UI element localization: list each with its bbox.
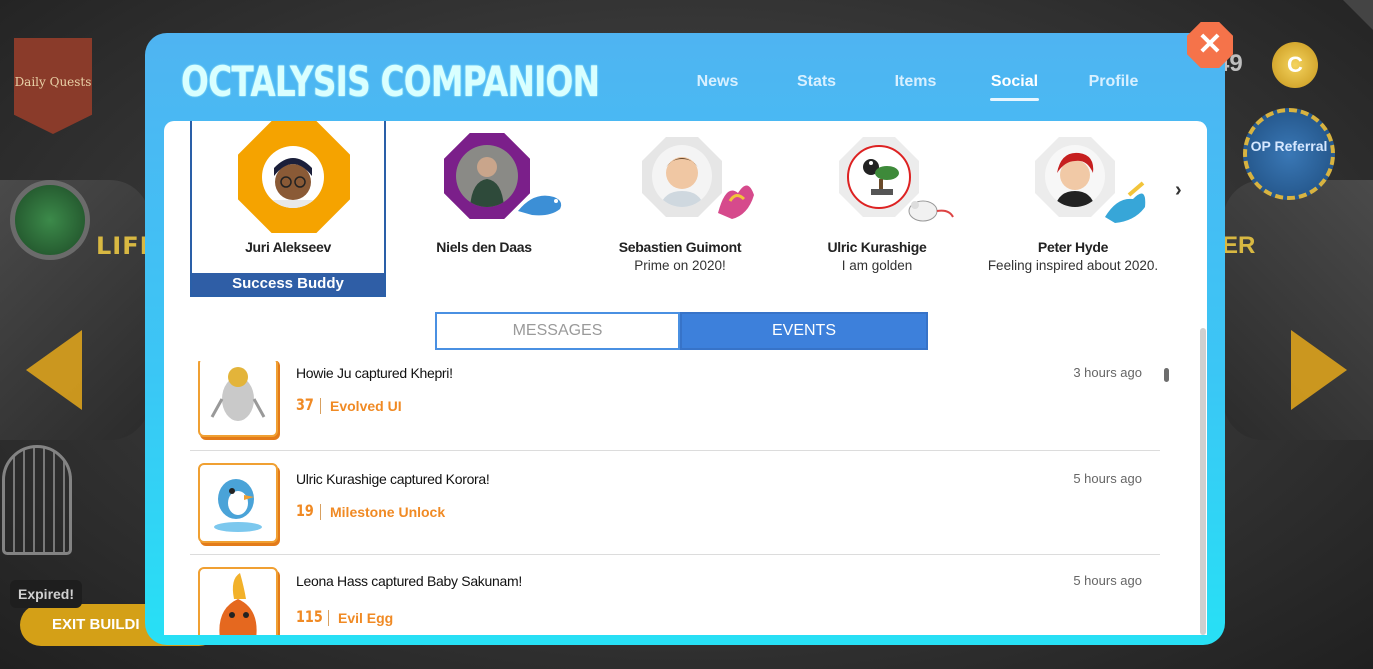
event-tag: Evolved UI [330,398,402,414]
friend-status: Feeling inspired about 2020. [987,258,1159,273]
event-tag: Evil Egg [338,610,394,626]
friend-name: Ulric Kurashige [827,239,927,255]
friend-name: Juri Alekseev [245,239,331,255]
friend-card-peter[interactable]: Peter Hyde Feeling inspired about 2020. [975,121,1171,297]
separator [328,610,329,626]
tab-items[interactable]: Items [866,73,965,91]
avatar-man-icon [652,145,712,207]
list-item[interactable]: Howie Ju captured Khepri! 3 hours ago 37… [190,361,1160,451]
tab-social[interactable]: Social [965,73,1064,101]
khepri-icon [198,361,278,437]
panel-scrollbar-thumb[interactable] [1200,328,1206,635]
list-item[interactable]: Ulric Kurashige captured Korora! 5 hours… [190,451,1160,555]
cage-icon[interactable] [2,445,72,555]
expired-badge: Expired! [10,580,83,608]
success-buddy-label: Success Buddy [192,273,384,295]
event-text: Leona Hass captured Baby Sakunam! [296,573,522,589]
event-time: 5 hours ago [1073,573,1142,588]
friends-carousel: Juri Alekseev Success Buddy Niels den Da… [164,121,1207,299]
modal-nav: News Stats Items Social Profile [668,73,1163,101]
bird-pet-icon [1099,177,1151,227]
tab-messages[interactable]: MESSAGES [435,312,680,350]
carousel-next-icon[interactable]: › [1175,179,1182,202]
rat-pet-icon [903,187,955,227]
avatar-bonsai-icon [847,145,911,209]
companion-modal: OCTALYSIS COMPANION News Stats Items Soc… [145,33,1225,645]
event-text: Ulric Kurashige captured Korora! [296,471,490,487]
event-tag: Milestone Unlock [330,504,446,520]
friend-card-ulric[interactable]: Ulric Kurashige I am golden [779,121,975,297]
op-referral-button[interactable]: OP Referral [1243,108,1335,200]
messages-events-tabs: MESSAGES EVENTS [435,312,928,350]
tab-profile[interactable]: Profile [1064,73,1163,91]
daily-quests-banner[interactable]: Daily Quests [14,38,92,134]
close-icon[interactable]: ✕ [1187,22,1233,68]
friend-name: Sebastien Guimont [618,239,742,255]
tab-events[interactable]: EVENTS [680,312,928,350]
events-list: Howie Ju captured Khepri! 3 hours ago 37… [190,361,1160,635]
avatar-boy-glasses-icon [262,146,324,208]
friend-name: Niels den Daas [436,239,532,255]
avatar-photo-icon [456,145,518,207]
modal-title: OCTALYSIS COMPANION [181,57,600,106]
separator [320,398,321,414]
event-time: 5 hours ago [1073,471,1142,486]
event-level: 19 [296,501,314,520]
lizard-pet-icon [514,181,566,225]
friend-card-juri[interactable]: Juri Alekseev Success Buddy [190,121,386,297]
list-item[interactable]: Leona Hass captured Baby Sakunam! 5 hour… [190,555,1160,635]
building-label: ER [1222,232,1256,259]
fire-creature-icon [198,567,278,635]
coin-icon[interactable]: C [1272,42,1318,88]
friend-card-niels[interactable]: Niels den Daas [386,121,582,297]
events-scrollbar[interactable] [1164,368,1169,382]
penguin-icon [198,463,278,543]
event-level: 115 [296,607,323,626]
tab-news[interactable]: News [668,73,767,91]
separator [320,504,321,520]
friend-status: Prime on 2020! [634,258,726,273]
radar-icon[interactable] [10,180,90,260]
friend-status: I am golden [841,258,913,273]
avatar-redhair-icon [1045,145,1105,207]
friend-card-sebastien[interactable]: Sebastien Guimont Prime on 2020! [582,121,778,297]
social-panel: Juri Alekseev Success Buddy Niels den Da… [164,121,1207,635]
tab-stats[interactable]: Stats [767,73,866,91]
phoenix-pet-icon [708,173,760,225]
friend-name: Peter Hyde [1037,239,1109,255]
event-text: Howie Ju captured Khepri! [296,365,453,381]
event-time: 3 hours ago [1073,365,1142,380]
event-level: 37 [296,395,314,414]
